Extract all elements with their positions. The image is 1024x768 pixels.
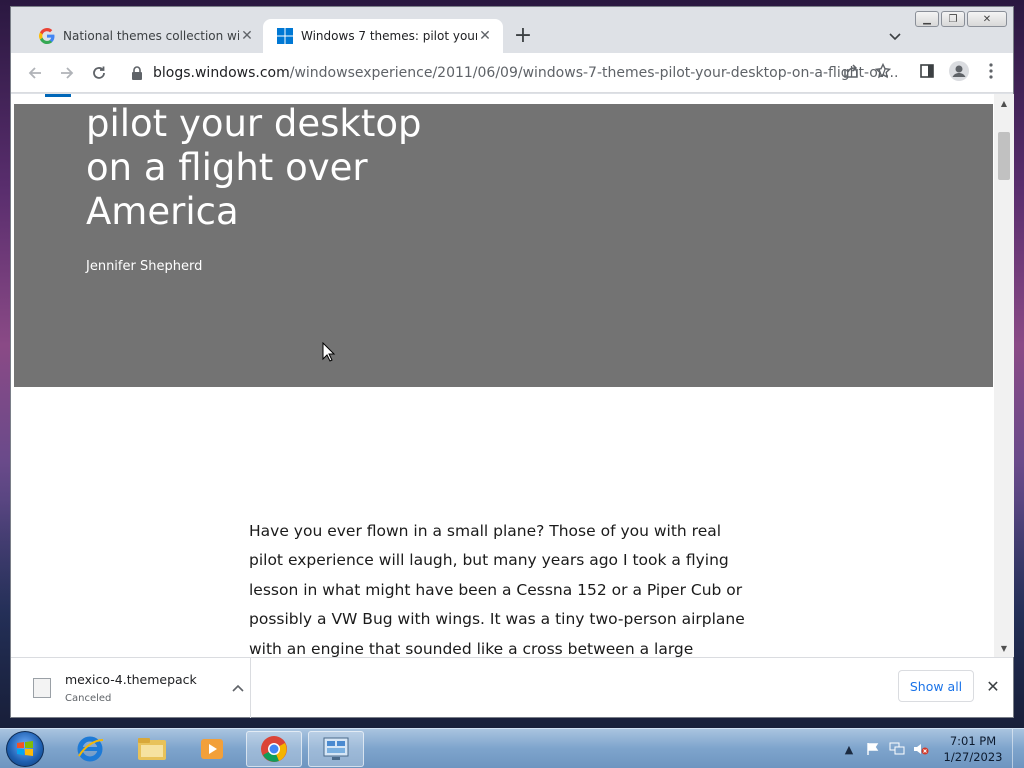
taskbar: ▲ 7:01 PM 1/27/2023 <box>0 728 1024 768</box>
tab-title: Windows 7 themes: pilot your de <box>301 29 477 43</box>
menu-kebab-icon[interactable] <box>977 57 1005 85</box>
page-content: pilot your desktop on a flight over Amer… <box>11 94 994 657</box>
toolbar-actions <box>837 57 1005 85</box>
address-bar[interactable]: blogs.windows.com/windowsexperience/2011… <box>127 58 907 88</box>
url-host: blogs.windows.com <box>153 65 290 81</box>
reload-icon[interactable] <box>83 57 115 89</box>
url-path: /windowsexperience/2011/06/09/windows-7-… <box>289 65 899 81</box>
article-body: Have you ever flown in a small plane? Th… <box>249 522 745 657</box>
browser-window: National themes collection windo ✕ Windo… <box>10 6 1014 718</box>
windows-logo-icon <box>17 741 33 756</box>
scroll-thumb[interactable] <box>998 132 1010 180</box>
minimize-button[interactable]: ▁ <box>915 11 939 27</box>
download-bar: mexico-4.themepack Canceled Show all ✕ <box>11 657 1013 718</box>
download-item[interactable]: mexico-4.themepack Canceled <box>27 658 251 718</box>
title-line: on a flight over <box>86 146 368 189</box>
forward-arrow-icon[interactable] <box>51 57 83 89</box>
article-author[interactable]: Jennifer Shepherd <box>86 259 202 274</box>
lock-icon[interactable] <box>127 66 147 80</box>
side-panel-icon[interactable] <box>913 57 941 85</box>
windows-icon <box>277 28 293 44</box>
action-center-flag-icon[interactable] <box>864 740 882 758</box>
window-controls: ▁ ❐ ✕ <box>915 11 1007 27</box>
tab-strip: National themes collection windo ✕ Windo… <box>11 7 1013 53</box>
chrome-taskbar-icon[interactable] <box>246 731 302 767</box>
share-icon[interactable] <box>837 57 865 85</box>
system-tray: ▲ <box>840 729 930 768</box>
clock-time: 7:01 PM <box>949 734 997 748</box>
close-window-button[interactable]: ✕ <box>967 11 1007 27</box>
start-button[interactable] <box>6 731 44 767</box>
scroll-up-arrow-icon[interactable]: ▲ <box>999 98 1009 108</box>
file-icon <box>33 678 51 698</box>
scroll-down-arrow-icon[interactable]: ▼ <box>999 643 1009 653</box>
maximize-button[interactable]: ❐ <box>941 11 965 27</box>
back-arrow-icon[interactable] <box>19 57 51 89</box>
title-line: pilot your desktop <box>86 102 422 145</box>
internet-explorer-icon[interactable] <box>62 731 118 767</box>
title-line: America <box>86 190 239 233</box>
show-desktop-button[interactable] <box>1012 729 1024 768</box>
chevron-up-icon[interactable] <box>226 684 250 692</box>
file-explorer-icon[interactable] <box>124 731 180 767</box>
taskbar-clock[interactable]: 7:01 PM 1/27/2023 <box>938 733 1008 765</box>
site-logo-fragment <box>45 94 71 97</box>
tab-search-chevron-icon[interactable] <box>883 25 907 49</box>
download-filename: mexico-4.themepack <box>65 672 197 687</box>
browser-toolbar: blogs.windows.com/windowsexperience/2011… <box>11 53 1013 93</box>
page-scrollbar[interactable]: ▲ ▼ <box>994 94 1014 657</box>
volume-muted-icon[interactable] <box>912 740 930 758</box>
close-download-bar-icon[interactable]: ✕ <box>981 674 1005 698</box>
show-all-button[interactable]: Show all <box>898 670 974 702</box>
tab-title: National themes collection windo <box>63 29 239 43</box>
close-tab-icon[interactable]: ✕ <box>477 28 493 44</box>
new-tab-button[interactable]: + <box>511 23 535 48</box>
download-status: Canceled <box>65 693 112 704</box>
mouse-pointer-icon <box>322 342 336 362</box>
url-text: blogs.windows.com/windowsexperience/2011… <box>153 65 907 81</box>
clock-date: 1/27/2023 <box>943 750 1003 764</box>
article-hero: pilot your desktop on a flight over Amer… <box>14 102 993 387</box>
close-tab-icon[interactable]: ✕ <box>239 28 255 44</box>
control-panel-icon[interactable] <box>308 731 364 767</box>
show-hidden-icons-icon[interactable]: ▲ <box>840 740 858 758</box>
tab-national-themes[interactable]: National themes collection windo ✕ <box>25 19 265 53</box>
media-player-icon[interactable] <box>184 731 240 767</box>
network-icon[interactable] <box>888 740 906 758</box>
tab-windows7-themes[interactable]: Windows 7 themes: pilot your de ✕ <box>263 19 503 53</box>
article-title: pilot your desktop on a flight over Amer… <box>86 102 446 234</box>
google-icon <box>39 28 55 44</box>
profile-avatar-icon[interactable] <box>945 57 973 85</box>
bookmark-star-icon[interactable] <box>869 57 897 85</box>
